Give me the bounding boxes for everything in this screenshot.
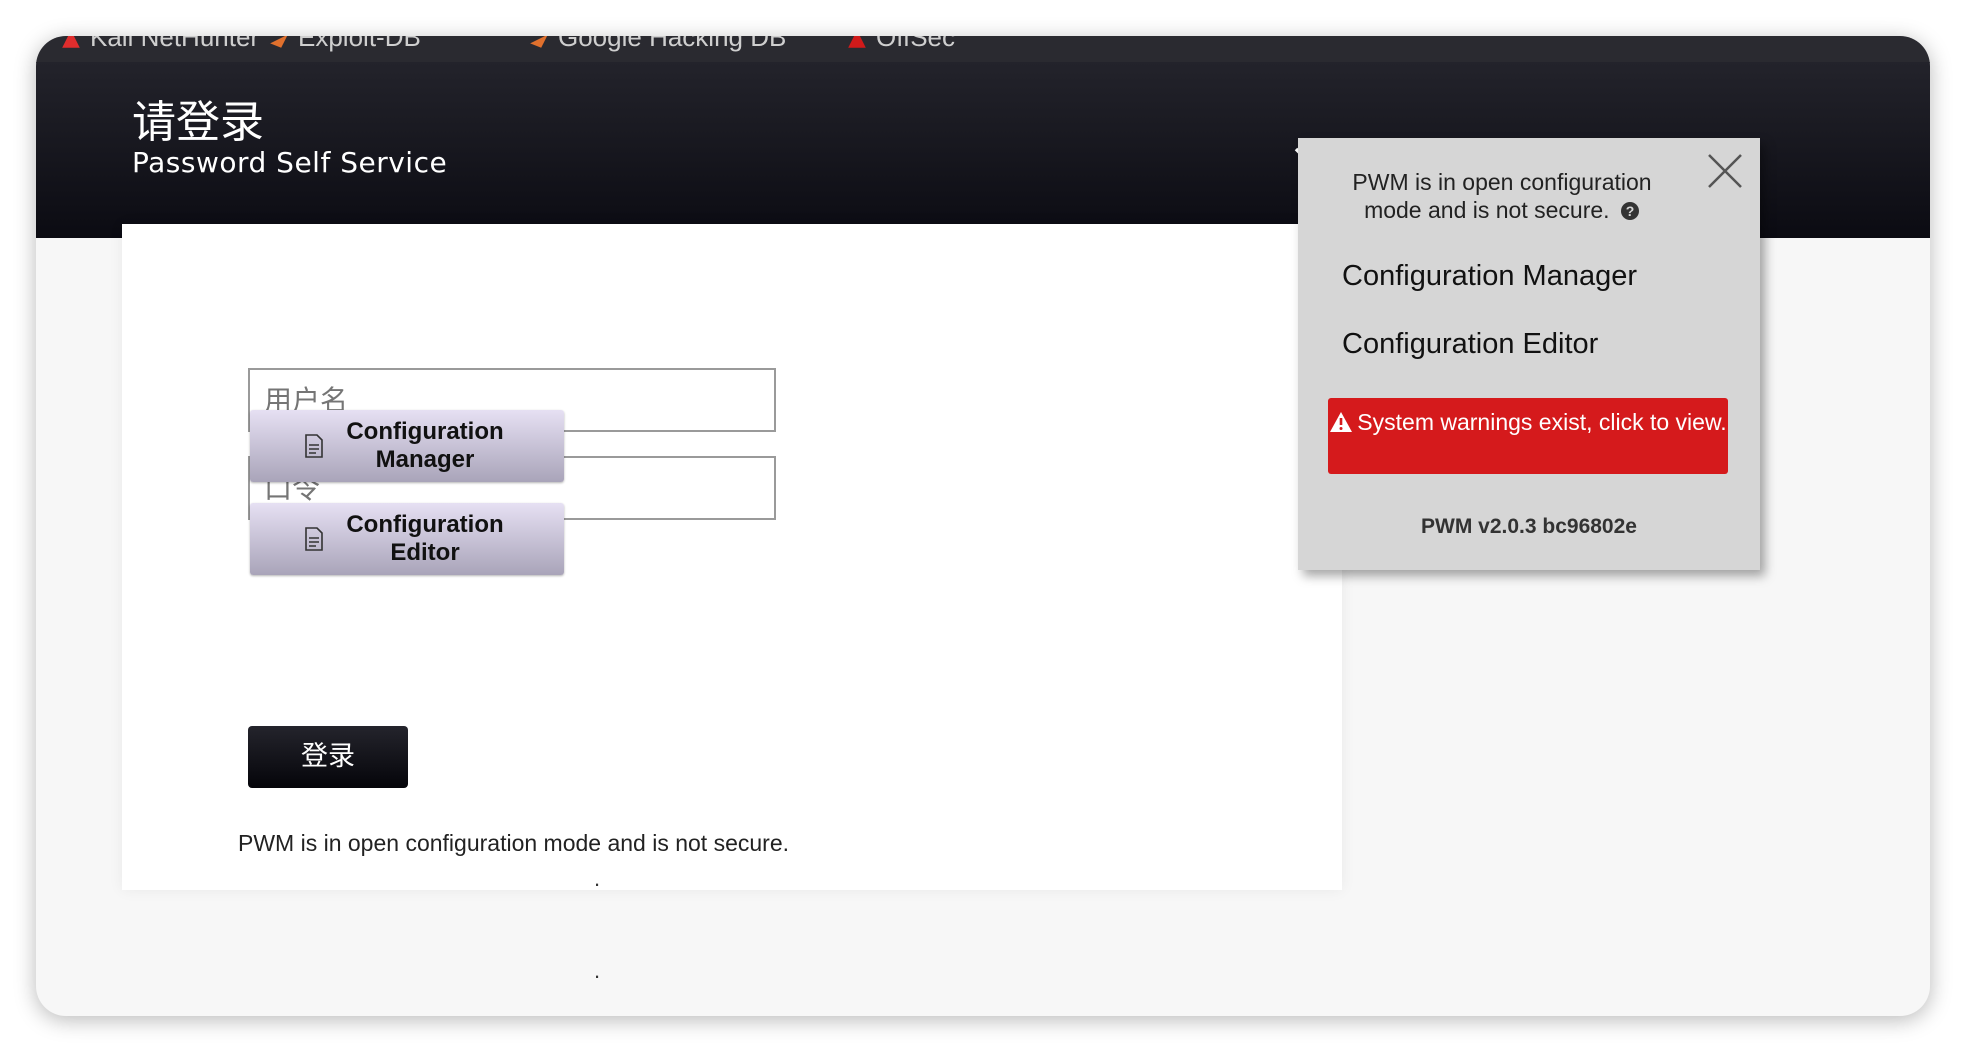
exploit-db-icon: [270, 36, 288, 48]
version-label: PWM v2.0.3 bc96802e: [1421, 515, 1637, 538]
configuration-manager-button[interactable]: Configuration Manager: [250, 410, 564, 482]
configuration-editor-label: Configuration Editor: [346, 511, 504, 566]
svg-text:?: ?: [1626, 203, 1635, 219]
bookmark-exploit-db[interactable]: Exploit-DB: [268, 36, 421, 53]
configuration-editor-suffix: .: [594, 958, 601, 983]
question-circle-icon[interactable]: ?: [1620, 201, 1640, 221]
config-mode-popup: PWM is in open configuration mode and is…: [1298, 138, 1760, 570]
page-title: 请登录: [132, 97, 264, 148]
offsec-icon: [848, 36, 866, 48]
system-warnings-button[interactable]: System warnings exist, click to view.: [1328, 398, 1728, 474]
document-icon: [305, 527, 323, 551]
popup-message: PWM is in open configuration mode and is…: [1342, 168, 1662, 224]
configuration-manager-label: Configuration Manager: [346, 418, 504, 473]
bookmarks-bar: Kali NetHunter Exploit-DB Google Hacking…: [36, 36, 1930, 63]
bookmark-kali-nethunter[interactable]: Kali NetHunter: [60, 36, 259, 53]
popup-message-text: PWM is in open configuration mode and is…: [1352, 169, 1652, 223]
page-subtitle: Password Self Service: [132, 146, 448, 179]
ghdb-icon: [530, 36, 548, 48]
open-config-warning-text: PWM is in open configuration mode and is…: [238, 830, 790, 856]
configuration-editor-button[interactable]: Configuration Editor: [250, 503, 564, 575]
popup-configuration-editor-link[interactable]: Configuration Editor: [1342, 328, 1598, 361]
login-button[interactable]: 登录: [248, 726, 408, 788]
document-icon: [305, 434, 323, 458]
close-icon[interactable]: [1706, 152, 1744, 190]
configuration-manager-suffix: .: [594, 866, 601, 891]
system-warnings-text: System warnings exist, click to view.: [1357, 409, 1727, 435]
bookmark-offsec[interactable]: OffSec: [846, 36, 955, 53]
popup-configuration-manager-link[interactable]: Configuration Manager: [1342, 260, 1637, 293]
browser-window: Kali NetHunter Exploit-DB Google Hacking…: [36, 36, 1930, 1016]
bookmark-google-hacking-db[interactable]: Google Hacking DB: [528, 36, 786, 53]
warning-triangle-icon: [1330, 412, 1353, 432]
login-card: 登录 PWM is in open configuration mode and…: [122, 224, 1342, 983]
kali-dragon-icon: [62, 36, 80, 48]
